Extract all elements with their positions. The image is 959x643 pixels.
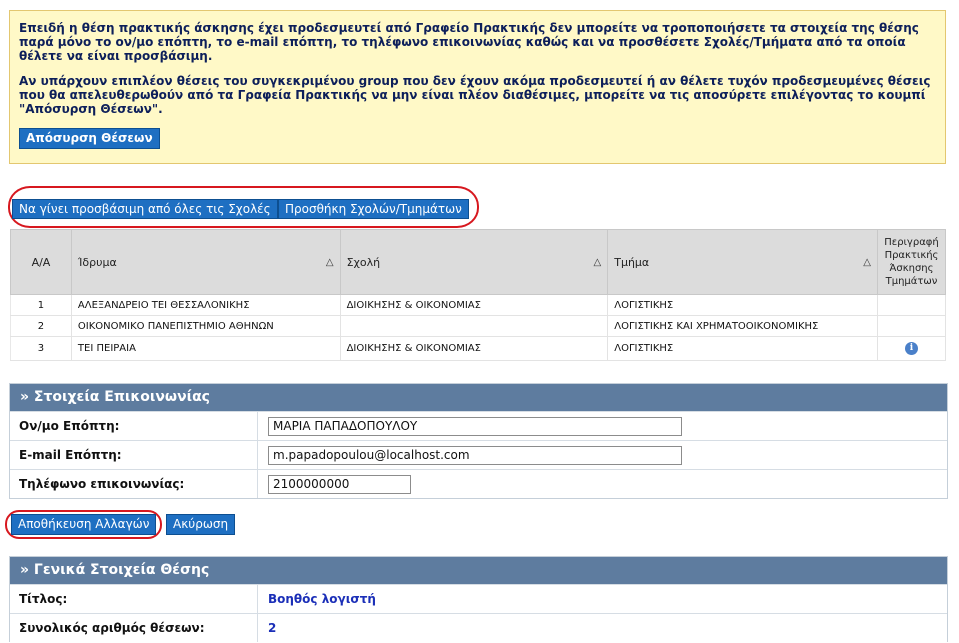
header-school-label: Σχολή <box>346 255 381 269</box>
general-panel: » Γενικά Στοιχεία Θέσης Τίτλος: Βοηθός λ… <box>9 556 948 642</box>
title-row: Τίτλος: Βοηθός λογιστή <box>10 584 947 613</box>
header-description: Περιγραφή Πρακτικής Άσκησης Τμημάτων <box>876 229 947 295</box>
cell-school <box>339 315 609 337</box>
general-panel-title: » Γενικά Στοιχεία Θέσης <box>10 557 947 584</box>
notice-paragraph-1: Επειδή η θέση πρακτικής άσκησης έχει προ… <box>19 21 919 63</box>
table-row: 1 ΑΛΕΞΑΝΔΡΕΙΟ ΤΕΙ ΘΕΣΣΑΛΟΝΙΚΗΣ ΔΙΟΙΚΗΣΗΣ… <box>10 294 947 316</box>
header-institution-label: Ίδρυμα <box>77 255 117 269</box>
positions-row: Συνολικός αριθμός θέσεων: 2 <box>10 613 947 642</box>
schools-table: Α/Α Ίδρυμα △ Σχολή △ Τμήμα △ Περιγραφή Πρακ… <box>10 229 947 361</box>
phone-label: Τηλέφωνο επικοινωνίας: <box>10 470 258 498</box>
cell-department: ΛΟΓΙΣΤΙΚΗΣ <box>607 336 878 361</box>
cell-institution: ΑΛΕΞΑΝΔΡΕΙΟ ΤΕΙ ΘΕΣΣΑΛΟΝΙΚΗΣ <box>70 294 341 316</box>
cell-description <box>876 294 947 316</box>
email-label: E-mail Επόπτη: <box>10 441 258 469</box>
save-changes-button[interactable]: Αποθήκευση Αλλαγών <box>11 514 157 535</box>
notice-box: Επειδή η θέση πρακτικής άσκησης έχει προ… <box>9 10 946 164</box>
table-row: 2 ΟΙΚΟΝΟΜΙΚΟ ΠΑΝΕΠΙΣΤΗΜΙΟ ΑΘΗΝΩΝ ΛΟΓΙΣΤΙ… <box>10 315 947 337</box>
add-schools-button[interactable]: Προσθήκη Σχολών/Τμημάτων <box>278 199 469 219</box>
phone-row: Τηλέφωνο επικοινωνίας: <box>10 469 947 498</box>
cell-aa: 2 <box>10 315 72 337</box>
cell-institution: ΟΙΚΟΝΟΜΙΚΟ ΠΑΝΕΠΙΣΤΗΜΙΟ ΑΘΗΝΩΝ <box>70 315 341 337</box>
supervisor-row: Ον/μο Επόπτη: <box>10 411 947 440</box>
sort-icon[interactable]: △ <box>326 257 334 268</box>
cell-description <box>876 315 947 337</box>
email-row: E-mail Επόπτη: <box>10 440 947 469</box>
contact-panel-title: » Στοιχεία Επικοινωνίας <box>10 384 947 411</box>
email-input[interactable] <box>268 445 682 465</box>
cell-department: ΛΟΓΙΣΤΙΚΗΣ <box>607 294 878 316</box>
notice-paragraph-2: Αν υπάρχουν επιπλέον θέσεις του συγκεκρι… <box>19 74 931 116</box>
header-department[interactable]: Τμήμα △ <box>607 229 878 295</box>
header-school[interactable]: Σχολή △ <box>339 229 609 295</box>
title-value: Βοηθός λογιστή <box>268 592 376 606</box>
positions-label: Συνολικός αριθμός θέσεων: <box>10 614 258 642</box>
cancel-button[interactable]: Ακύρωση <box>166 514 236 535</box>
header-institution[interactable]: Ίδρυμα △ <box>70 229 341 295</box>
withdraw-positions-button[interactable]: Απόσυρση Θέσεων <box>19 128 160 149</box>
access-highlight: Να γίνει προσβάσιμη από όλες τις Σχολές … <box>8 186 479 228</box>
cell-department: ΛΟΓΙΣΤΙΚΗΣ ΚΑΙ ΧΡΗΜΑΤΟΟΙΚΟΝΟΜΙΚΗΣ <box>607 315 878 337</box>
title-label: Τίτλος: <box>10 585 258 613</box>
header-department-label: Τμήμα <box>614 255 650 269</box>
sort-icon[interactable]: △ <box>863 257 871 268</box>
supervisor-input[interactable] <box>268 416 682 436</box>
table-row: 3 ΤΕΙ ΠΕΙΡΑΙΑ ΔΙΟΙΚΗΣΗΣ & ΟΙΚΟΝΟΜΙΑΣ ΛΟΓ… <box>10 336 947 361</box>
cell-aa: 1 <box>10 294 72 316</box>
supervisor-label: Ον/μο Επόπτη: <box>10 412 258 440</box>
phone-input[interactable] <box>268 474 411 494</box>
cell-description: i <box>876 336 947 361</box>
sort-icon[interactable]: △ <box>594 257 602 268</box>
contact-panel: » Στοιχεία Επικοινωνίας Ον/μο Επόπτη: E-… <box>9 383 948 499</box>
header-aa: Α/Α <box>10 229 72 295</box>
info-icon[interactable]: i <box>904 342 918 355</box>
cell-aa: 3 <box>10 336 72 361</box>
cell-school: ΔΙΟΙΚΗΣΗΣ & ΟΙΚΟΝΟΜΙΑΣ <box>339 294 609 316</box>
cell-school: ΔΙΟΙΚΗΣΗΣ & ΟΙΚΟΝΟΜΙΑΣ <box>339 336 609 361</box>
cell-institution: ΤΕΙ ΠΕΙΡΑΙΑ <box>70 336 341 361</box>
positions-value: 2 <box>268 621 277 635</box>
all-schools-button[interactable]: Να γίνει προσβάσιμη από όλες τις Σχολές <box>12 199 278 219</box>
